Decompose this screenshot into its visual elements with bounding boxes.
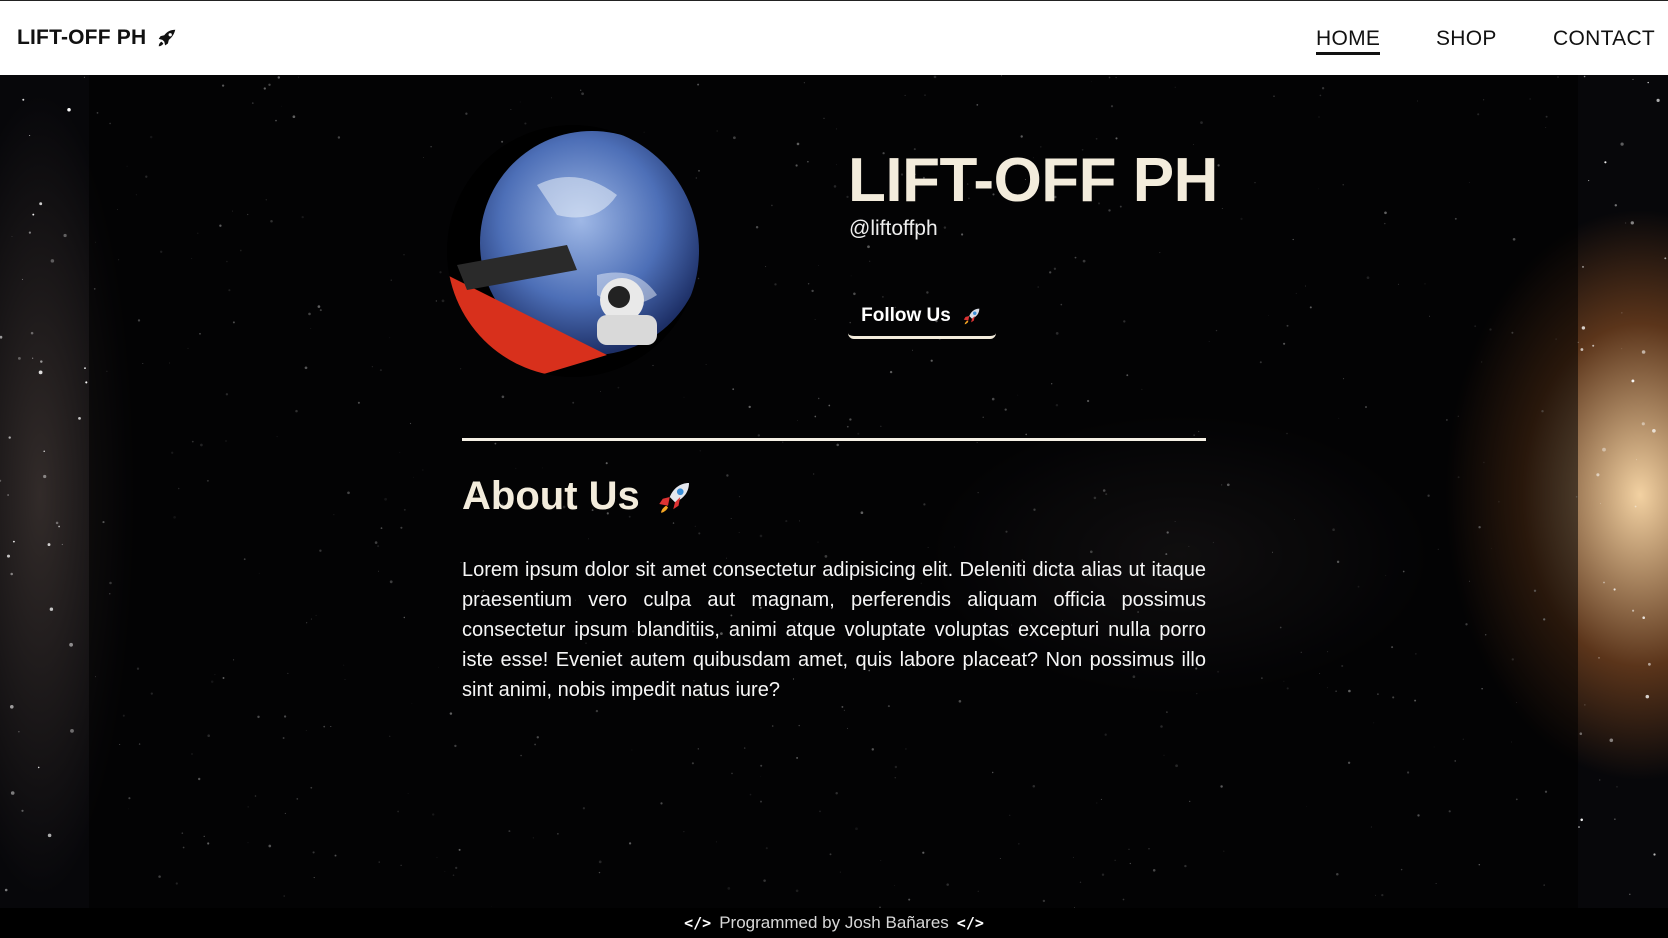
earth-roadster-image [447,125,699,377]
about-text: Lorem ipsum dolor sit amet consectetur a… [462,559,1206,701]
about-heading-label: About Us [462,474,640,518]
follow-us-label: Follow Us [861,304,951,326]
nav-link-contact[interactable]: CONTACT [1553,27,1655,51]
profile-title: LIFT-OFF PH [848,146,1218,215]
profile-avatar [447,125,699,377]
hero-section: LIFT-OFF PH @liftoffph Follow Us About U… [0,75,1668,908]
brand-name: LIFT-OFF PH [17,26,147,49]
profile-handle: @liftoffph [849,217,938,240]
follow-us-button[interactable]: Follow Us [848,295,996,339]
content-overlay [89,75,1578,908]
code-icon: </> [684,914,712,932]
code-icon: </> [956,914,984,932]
rocket-icon [159,29,176,47]
rocket-emoji-icon [659,482,689,513]
navbar: LIFT-OFF PH HOME SHOP CONTACT [0,0,1668,75]
about-heading: About Us [462,474,696,519]
nav-link-home[interactable]: HOME [1316,27,1381,55]
footer-credit: Programmed by Josh Bañares [719,913,949,932]
rocket-emoji-icon [963,308,980,324]
nav-link-shop[interactable]: SHOP [1436,27,1497,51]
brand-logo[interactable]: LIFT-OFF PH [17,26,178,50]
section-divider [462,438,1206,441]
footer: </> Programmed by Josh Bañares </> [0,908,1668,938]
